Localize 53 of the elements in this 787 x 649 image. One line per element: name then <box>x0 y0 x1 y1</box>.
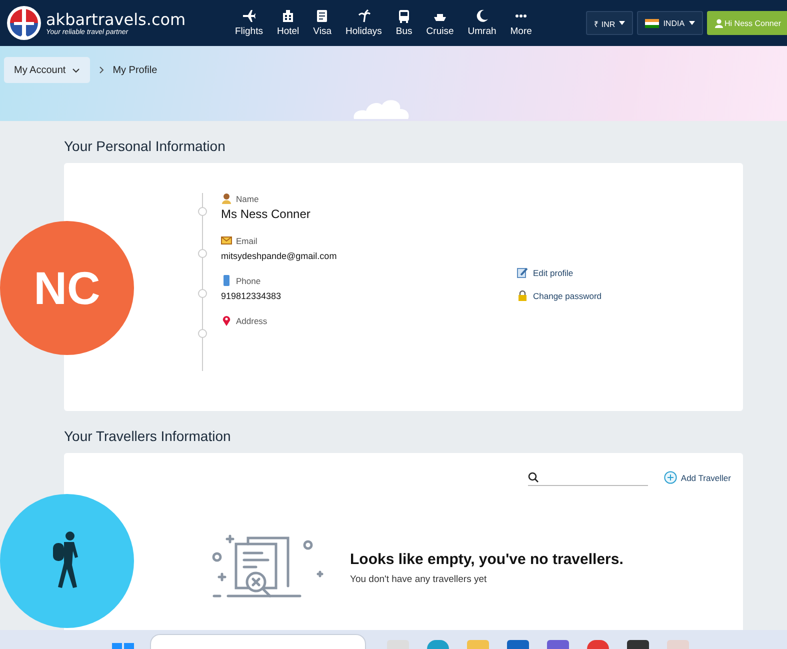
field-value: 919812334383 <box>221 291 282 301</box>
location-pin-icon <box>221 315 232 326</box>
flag-icon <box>645 18 660 28</box>
breadcrumb-dropdown[interactable]: My Account <box>4 57 90 83</box>
field-value: mitsydeshpande@gmail.com <box>221 251 338 261</box>
logo-icon <box>6 5 42 41</box>
crescent-moon-icon <box>475 9 489 23</box>
palm-tree-icon <box>356 9 371 23</box>
brand-name: akbartravels.com <box>46 10 186 28</box>
cloud-icon <box>352 97 410 119</box>
caret-icon <box>688 21 695 25</box>
nav-link[interactable]: Cruise <box>419 9 461 37</box>
field-label: Address <box>236 316 268 326</box>
avatar: NC <box>0 221 134 355</box>
caret-icon <box>619 21 626 25</box>
field-label: Email <box>236 236 258 246</box>
phone-icon <box>221 275 232 286</box>
chevron-down-icon <box>72 68 80 72</box>
field-label: Phone <box>236 276 261 286</box>
country-dropdown[interactable]: INDIA <box>637 11 703 35</box>
nav-link[interactable]: Flights <box>228 9 270 37</box>
currency-dropdown[interactable]: ₹ INR <box>586 11 634 35</box>
breadcrumb-current: My Profile <box>112 64 158 76</box>
chevron-right-icon <box>98 66 104 74</box>
bus-icon <box>397 9 412 23</box>
app-icon[interactable] <box>667 640 689 649</box>
app-icon[interactable] <box>547 640 569 649</box>
change-password-link[interactable]: Change password <box>517 290 602 301</box>
section-heading: Your Personal Information <box>64 137 226 156</box>
nav-link[interactable]: Visa <box>306 9 338 37</box>
person-icon <box>221 193 232 204</box>
taskbar-search-field[interactable] <box>150 634 366 649</box>
nav-link[interactable]: Bus <box>388 9 420 37</box>
envelope-icon <box>221 235 232 246</box>
empty-state-title: Looks like empty, you've no travellers. <box>350 551 624 568</box>
search-icon <box>528 472 539 482</box>
nav-link[interactable]: Hotel <box>270 9 306 37</box>
nav-link[interactable]: Holidays <box>338 9 389 37</box>
edit-profile-link[interactable]: Edit profile <box>517 267 574 278</box>
plus-circle-icon <box>664 471 677 484</box>
empty-state-subtitle: You don't have any travellers yet <box>350 574 488 585</box>
nav-link[interactable]: More <box>503 9 539 37</box>
building-icon <box>281 9 296 23</box>
document-icon <box>315 9 330 23</box>
nav-link[interactable]: Umrah <box>460 9 504 37</box>
airplane-icon <box>242 9 256 23</box>
section-heading: Your Travellers Information <box>64 427 232 446</box>
field-value: Ms Ness Conner <box>221 207 312 221</box>
padlock-icon <box>517 290 528 301</box>
pencil-icon <box>517 267 528 278</box>
add-traveller-link[interactable]: Add Traveller <box>664 471 731 484</box>
field-label: Name <box>236 194 259 204</box>
user-icon <box>714 18 723 28</box>
